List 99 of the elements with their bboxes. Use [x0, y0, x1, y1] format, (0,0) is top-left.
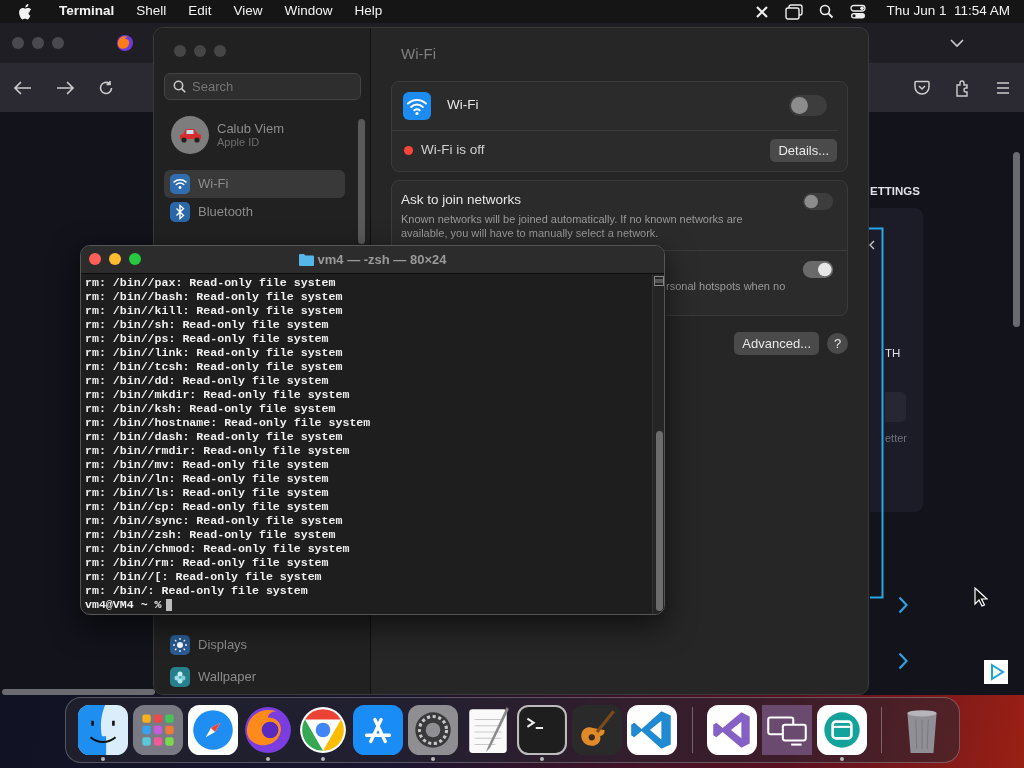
guitar-icon[interactable]: [572, 705, 623, 755]
terminal-icon[interactable]: [517, 705, 568, 755]
terminal-line: rm: /bin//cp: Read-only file system: [85, 500, 330, 514]
help-button[interactable]: ?: [827, 333, 848, 354]
toggle-switch[interactable]: [802, 193, 834, 210]
advanced-button[interactable]: Advanced...: [734, 331, 819, 356]
setting-description: rsonal hotspots when no: [666, 279, 786, 295]
sidebar-item[interactable]: Bluetooth: [164, 198, 345, 226]
terminal-line: rm: /bin//ksh: Read-only file system: [85, 402, 337, 416]
terminal-line: rm: /bin//mv: Read-only file system: [85, 458, 330, 472]
terminal-line: rm: /bin//ls: Read-only file system: [85, 486, 330, 500]
menu-item[interactable]: View: [222, 1, 274, 22]
terminal-line: rm: /bin//tcsh: Read-only file system: [85, 360, 344, 374]
sidebar-item[interactable]: Displays: [164, 631, 345, 659]
terminal-line: rm: /bin//link: Read-only file system: [85, 346, 344, 360]
setting-label: Ask to join networks: [401, 191, 523, 209]
window-control[interactable]: [129, 253, 141, 265]
terminal-line: rm: /bin//ps: Read-only file system: [85, 332, 330, 346]
forward-arrow-icon[interactable]: [56, 80, 74, 95]
field-label: TH: [885, 346, 901, 361]
account-name[interactable]: Calub Viem: [217, 121, 284, 136]
terminal-line: rm: /bin//chmod: Read-only file system: [85, 542, 351, 556]
wifi-label: Wi-Fi: [447, 96, 479, 115]
flame-globe-icon[interactable]: [243, 705, 293, 755]
scrollbar-thumb[interactable]: [1013, 152, 1020, 327]
section-heading: ETTINGS: [870, 184, 920, 199]
clock[interactable]: Thu Jun 1 11:54 AM: [886, 1, 1010, 22]
menu-item[interactable]: Window: [273, 1, 344, 22]
avatar-car-icon[interactable]: [171, 116, 209, 154]
monitors-icon[interactable]: [761, 705, 812, 755]
window-control[interactable]: [109, 253, 121, 265]
window-control[interactable]: [89, 253, 101, 265]
scrollbar-thumb[interactable]: [358, 119, 365, 244]
setting-description: Known networks will be joined automatically. If no known networks are available, you will have to manually select a network.: [401, 212, 744, 241]
terminal-line: rm: /bin//dash: Read-only file system: [85, 430, 344, 444]
terminal-line: rm: /bin//kill: Read-only file system: [85, 304, 344, 318]
search-icon[interactable]: [819, 4, 835, 19]
close-x-icon[interactable]: [755, 4, 770, 19]
terminal-line: rm: /bin//rmdir: Read-only file system: [85, 444, 351, 458]
windows-icon[interactable]: [785, 3, 804, 20]
folder-icon: [298, 253, 314, 266]
terminal-line: rm: /bin//rm: Read-only file system: [85, 556, 330, 570]
pane-title: Wi-Fi: [401, 44, 437, 64]
chevron-right-icon[interactable]: [898, 596, 908, 614]
infinity-ribbon-icon[interactable]: [707, 705, 757, 755]
compass-icon[interactable]: [188, 705, 239, 755]
menu-item[interactable]: Help: [343, 1, 394, 22]
toggle-switch[interactable]: [802, 261, 834, 279]
status-text: Wi-Fi is off: [421, 141, 485, 160]
flame-globe-icon[interactable]: [116, 34, 134, 52]
input-field[interactable]: [885, 392, 906, 422]
chevron-right-icon[interactable]: [898, 652, 908, 670]
terminal-line: rm: /bin//mkdir: Read-only file system: [85, 388, 351, 402]
gear-icon[interactable]: [407, 705, 458, 755]
apple-icon[interactable]: [18, 3, 32, 20]
terminal-line: rm: /bin//zsh: Read-only file system: [85, 528, 337, 542]
wifi-icon: [403, 91, 431, 120]
wifi-icon: [170, 174, 190, 194]
control-center-icon[interactable]: [850, 3, 867, 20]
terminal-line: rm: /bin//dd: Read-only file system: [85, 374, 330, 388]
search-icon: [173, 80, 186, 93]
ad-choices-icon[interactable]: [984, 660, 1008, 684]
menu-item[interactable]: Edit: [177, 1, 223, 22]
brightness-icon: [170, 635, 190, 655]
terminal-line: rm: /bin//hostname: Read-only file system: [85, 416, 372, 430]
helper-text: etter: [885, 431, 907, 446]
account-subtitle: Apple ID: [217, 136, 261, 149]
scrollbar-thumb[interactable]: [2, 689, 155, 695]
ring-icon[interactable]: [297, 705, 348, 755]
search-field[interactable]: Search: [164, 73, 361, 100]
details-button[interactable]: Details...: [770, 138, 837, 162]
scrollbar-thumb[interactable]: [656, 431, 663, 611]
terminal-line: rm: /bin/: Read-only file system: [85, 584, 309, 598]
terminal-line: rm: /bin//pax: Read-only file system: [85, 276, 337, 290]
tools-icon[interactable]: [352, 705, 403, 755]
pocket-icon[interactable]: [914, 80, 930, 95]
toggle-switch[interactable]: [789, 95, 827, 116]
sidebar-item[interactable]: Wallpaper: [164, 663, 345, 691]
code-ribbon-icon[interactable]: [627, 705, 678, 755]
menu-item[interactable]: Shell: [125, 1, 178, 22]
back-arrow-icon[interactable]: [14, 80, 32, 95]
mouse-pointer-icon: [974, 587, 988, 607]
chevron-down-icon[interactable]: [950, 38, 964, 48]
terminal-line: rm: /bin//bash: Read-only file system: [85, 290, 344, 304]
terminal-line: rm: /bin//[: Read-only file system: [85, 570, 323, 584]
reload-icon[interactable]: [98, 79, 114, 96]
terminal-line: rm: /bin//sh: Read-only file system: [85, 318, 330, 332]
window-title: vm4 — -zsh — 80×24: [317, 250, 447, 269]
bluetooth-icon: [170, 202, 190, 222]
shell-prompt: vm4@VM4 ~ %: [85, 598, 162, 612]
app-menu[interactable]: Terminal: [48, 1, 126, 22]
smiling-face-icon[interactable]: [78, 705, 129, 755]
terminal-line: rm: /bin//ln: Read-only file system: [85, 472, 330, 486]
menu-icon[interactable]: [996, 81, 1010, 94]
text-cursor: [165, 599, 172, 611]
split-pane-icon[interactable]: [654, 276, 664, 286]
flower-icon: [170, 667, 190, 687]
app-grid-icon[interactable]: [133, 705, 184, 755]
terminal-line: rm: /bin//sync: Read-only file system: [85, 514, 344, 528]
